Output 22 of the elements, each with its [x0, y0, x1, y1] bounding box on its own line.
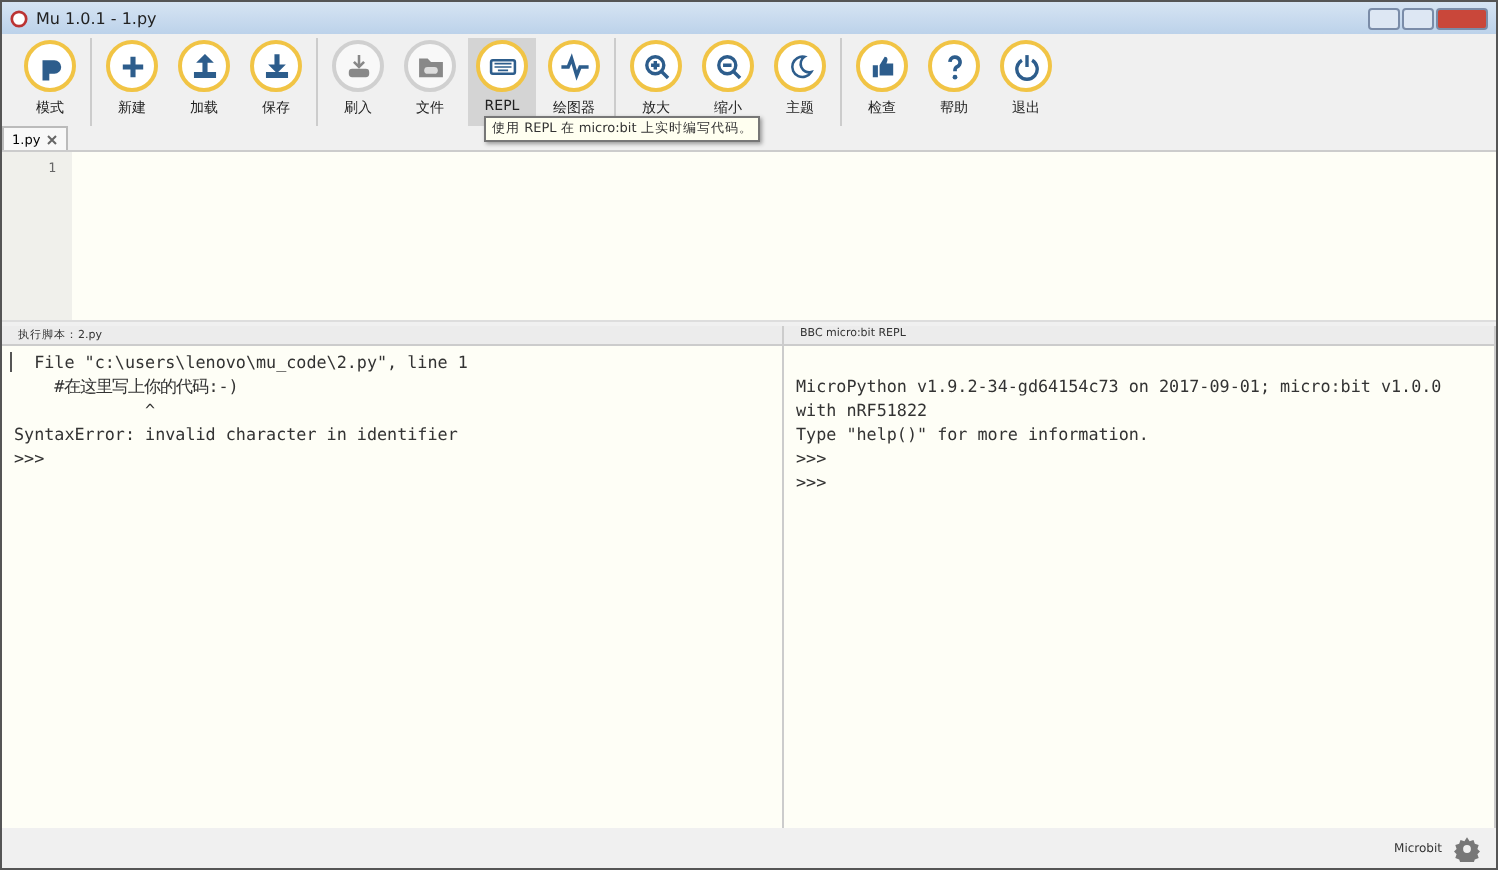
- console-line: with nRF51822: [796, 398, 930, 422]
- console-line: Type "help()" for more information.: [796, 422, 1151, 446]
- text-cursor: [10, 352, 12, 372]
- toolbar-icon: [711, 49, 745, 83]
- toolbar-icon: [1009, 49, 1043, 83]
- minimize-button[interactable]: [1368, 7, 1400, 29]
- console-line: #在这里写上你的代码:-): [52, 374, 241, 398]
- window-title: Mu 1.0.1 - 1.py: [36, 9, 159, 27]
- toolbar-icon: [639, 49, 673, 83]
- maximize-button[interactable]: [1402, 7, 1434, 29]
- console-line: SyntaxError: invalid character in identifier: [14, 422, 460, 446]
- app-icon: [10, 9, 28, 27]
- close-icon[interactable]: [46, 133, 59, 145]
- console-line: >>>: [796, 446, 829, 470]
- console-line: MicroPython v1.9.2-34-gd64154c73 on 2017-09-01; micro:bit v1.0.0: [796, 374, 1444, 398]
- console-line: ^: [143, 398, 158, 422]
- close-button[interactable]: [1436, 7, 1488, 29]
- settings-icon[interactable]: [1454, 835, 1480, 861]
- console-line: >>>: [14, 446, 47, 470]
- console-line: File "c:\users\lenovo\mu_code\2.py", line 1: [32, 350, 470, 374]
- toolbar-icon: [557, 49, 591, 83]
- console-line: >>>: [796, 470, 829, 494]
